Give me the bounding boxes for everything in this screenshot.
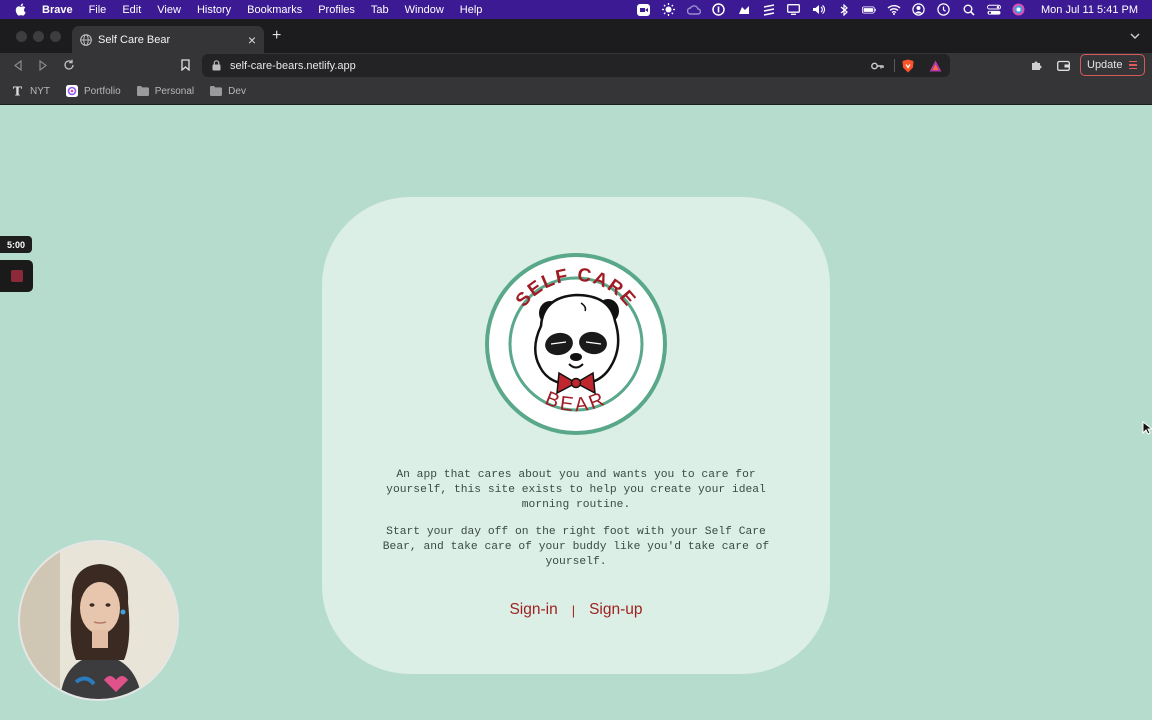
bookmark-label: Dev xyxy=(228,85,246,97)
brave-rewards-icon[interactable] xyxy=(928,59,942,72)
bookmark-label: Portfolio xyxy=(84,85,121,97)
bookmark-folder-personal[interactable]: Personal xyxy=(136,85,195,97)
stack-icon[interactable] xyxy=(762,3,776,16)
chevron-down-icon[interactable] xyxy=(1130,32,1140,40)
brightness-icon[interactable] xyxy=(662,3,676,16)
toolbar-divider xyxy=(894,59,895,72)
new-tab-plus-icon[interactable]: + xyxy=(272,28,281,44)
bookmark-folder-dev[interactable]: Dev xyxy=(210,86,246,97)
window-zoom-dot[interactable] xyxy=(50,31,61,42)
wifi-icon[interactable] xyxy=(887,4,901,16)
signin-link[interactable]: Sign-in xyxy=(509,601,557,619)
link-separator: | xyxy=(571,602,576,618)
macos-menu-bar: Brave File Edit View History Bookmarks P… xyxy=(0,0,1152,19)
bookmark-icon[interactable] xyxy=(178,58,192,72)
user-account-icon[interactable] xyxy=(912,3,926,16)
bookmark-portfolio[interactable]: Portfolio xyxy=(66,85,121,97)
battery-icon[interactable] xyxy=(862,4,876,16)
menu-window[interactable]: Window xyxy=(405,4,444,16)
auth-links: Sign-in | Sign-up xyxy=(322,601,830,619)
menu-bookmarks[interactable]: Bookmarks xyxy=(247,4,302,16)
menu-profiles[interactable]: Profiles xyxy=(318,4,355,16)
buddy-paragraph: Start your day off on the right foot wit… xyxy=(382,526,770,568)
window-minimize-dot[interactable] xyxy=(33,31,44,42)
menu-edit[interactable]: Edit xyxy=(122,4,141,16)
menu-help[interactable]: Help xyxy=(460,4,483,16)
self-care-bear-logo: SELF CARE BEAR xyxy=(483,251,669,437)
cloud-app-icon[interactable] xyxy=(737,4,751,16)
display-icon[interactable] xyxy=(787,4,801,16)
video-camera-icon[interactable] xyxy=(637,3,651,16)
address-bar[interactable]: self-care-bears.netlify.app xyxy=(202,54,950,77)
time-machine-icon[interactable] xyxy=(937,3,951,16)
menu-file[interactable]: File xyxy=(89,4,107,16)
folder-icon xyxy=(210,86,223,97)
back-arrow-icon[interactable] xyxy=(11,58,25,72)
folder-icon xyxy=(136,86,149,97)
siri-icon[interactable] xyxy=(1012,3,1026,16)
menubar-clock[interactable]: Mon Jul 11 5:41 PM xyxy=(1041,4,1138,16)
tab-self-care-bear[interactable]: Self Care Bear × xyxy=(72,26,264,53)
menu-view[interactable]: View xyxy=(157,4,181,16)
bluetooth-icon[interactable] xyxy=(837,3,851,16)
control-center-icon[interactable] xyxy=(987,4,1001,16)
browser-toolbar: self-care-bears.netlify.app Update xyxy=(0,53,1152,78)
forward-arrow-icon[interactable] xyxy=(36,58,50,72)
svg-text:T: T xyxy=(13,85,22,97)
browser-tab-strip: Self Care Bear × + xyxy=(0,19,1152,53)
menu-history[interactable]: History xyxy=(197,4,231,16)
extensions-puzzle-icon[interactable] xyxy=(1029,58,1043,72)
update-label: Update xyxy=(1087,59,1123,71)
menu-tab[interactable]: Tab xyxy=(371,4,389,16)
tab-title: Self Care Bear xyxy=(98,33,171,46)
creative-cloud-icon[interactable] xyxy=(686,4,701,16)
portfolio-favicon-icon xyxy=(66,85,78,97)
intro-paragraph: An app that cares about you and wants yo… xyxy=(386,469,766,511)
signup-link[interactable]: Sign-up xyxy=(589,601,642,619)
bookmarks-bar: T NYT Portfolio Personal Dev xyxy=(0,78,1152,105)
mouse-pointer-icon xyxy=(1142,420,1152,435)
menu-app-name[interactable]: Brave xyxy=(42,4,73,16)
nyt-logo-icon: T xyxy=(12,85,24,97)
webcam-overlay xyxy=(18,540,179,701)
stop-recording-button[interactable] xyxy=(0,260,33,292)
key-icon[interactable] xyxy=(870,59,884,72)
update-button[interactable]: Update xyxy=(1080,54,1145,76)
brave-shields-icon[interactable] xyxy=(901,59,915,72)
lock-icon[interactable] xyxy=(212,60,222,71)
url-text[interactable]: self-care-bears.netlify.app xyxy=(230,60,356,72)
tab-close-icon[interactable]: × xyxy=(248,33,256,47)
volume-icon[interactable] xyxy=(812,4,826,16)
stop-icon xyxy=(10,270,23,282)
spotlight-search-icon[interactable] xyxy=(962,4,976,16)
welcome-card: SELF CARE BEAR An app that cares about y… xyxy=(322,197,830,674)
wallet-icon[interactable] xyxy=(1056,58,1070,72)
recording-timer: 5:00 xyxy=(0,236,32,253)
hamburger-menu-icon xyxy=(1129,60,1138,70)
globe-icon xyxy=(80,33,92,46)
bookmark-label: Personal xyxy=(154,85,195,97)
status-icons: Mon Jul 11 5:41 PM xyxy=(637,0,1138,19)
window-close-dot[interactable] xyxy=(16,31,27,42)
apple-icon[interactable] xyxy=(15,3,29,16)
bookmark-label: NYT xyxy=(30,85,50,97)
onepassword-icon[interactable] xyxy=(712,3,726,16)
bookmark-nyt[interactable]: T NYT xyxy=(12,85,50,97)
reload-icon[interactable] xyxy=(62,58,76,72)
